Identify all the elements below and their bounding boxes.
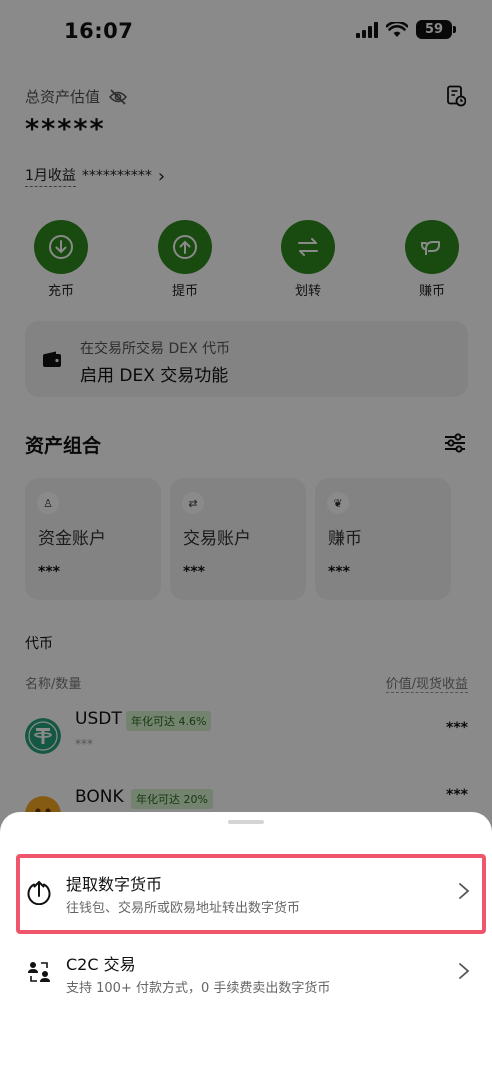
- c2c-users-icon: [28, 962, 50, 982]
- withdraw-crypto-subtitle: 往钱包、交易所或欧易地址转出数字货币: [66, 901, 301, 916]
- chevron-right-icon: [459, 963, 470, 979]
- withdraw-crypto-title: 提取数字货币: [66, 875, 163, 894]
- c2c-trade-subtitle: 支持 100+ 付款方式，0 手续费卖出数字货币: [66, 981, 331, 996]
- c2c-trade-option[interactable]: C2C 交易 支持 100+ 付款方式，0 手续费卖出数字货币: [0, 934, 492, 1014]
- withdraw-crypto-icon: [27, 880, 51, 905]
- sheet-grabber[interactable]: [228, 820, 264, 824]
- withdraw-bottom-sheet: 提取数字货币 往钱包、交易所或欧易地址转出数字货币 C2C 交易 支持 100+…: [0, 812, 492, 1074]
- withdraw-crypto-option[interactable]: 提取数字货币 往钱包、交易所或欧易地址转出数字货币: [0, 854, 492, 934]
- chevron-right-icon: [459, 883, 470, 899]
- c2c-trade-title: C2C 交易: [66, 955, 136, 974]
